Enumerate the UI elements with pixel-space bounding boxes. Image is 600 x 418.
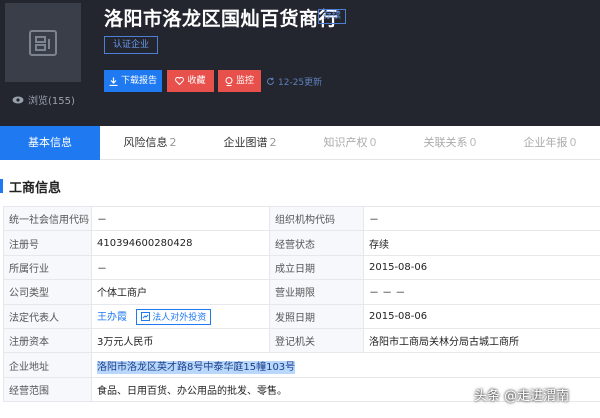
status-badge: 存续	[318, 9, 347, 24]
section-title-text: 工商信息	[9, 180, 62, 196]
tab-annual-report[interactable]: 企业年报 0	[500, 126, 600, 160]
tab-count: 2	[169, 136, 177, 149]
section-accent-bar	[0, 179, 3, 193]
investment-icon	[141, 312, 151, 322]
tab-label: 基本信息	[28, 136, 72, 149]
legal-rep-link[interactable]: 王办霞	[97, 312, 127, 323]
heart-icon	[175, 77, 185, 85]
investment-label: 法人对外投资	[152, 313, 207, 324]
company-header: 浏览(155) 洛阳市洛龙区国灿百货商行 存续 认证企业 下载报告 收藏 监控 …	[0, 0, 600, 126]
collect-label: 收藏	[187, 76, 206, 86]
tab-relations[interactable]: 关联关系 0	[400, 126, 500, 160]
label-founded-date: 成立日期	[269, 254, 364, 281]
address-text-selected: 洛阳市洛龙区英才路8号中泰华庭15幢103号	[97, 360, 296, 374]
section-title: 工商信息	[0, 178, 62, 196]
update-time-text: 12-25更新	[278, 78, 323, 88]
update-time: 12-25更新	[266, 75, 322, 88]
tab-intellectual-property[interactable]: 知识产权 0	[300, 126, 400, 160]
tab-count: 0	[469, 136, 477, 149]
label-reg-capital: 注册资本	[3, 327, 92, 354]
tab-label: 知识产权	[323, 136, 368, 149]
label-business-scope: 经营范围	[3, 376, 92, 403]
value-license-date: 2015-08-06	[363, 303, 600, 329]
value-business-status: 存续	[363, 230, 600, 256]
view-count-text: 浏览(155)	[28, 96, 75, 107]
monitor-button[interactable]: 监控	[218, 70, 261, 92]
monitor-pin-icon	[225, 76, 233, 86]
label-legal-rep: 法定代表人	[3, 303, 92, 329]
value-address: 洛阳市洛龙区英才路8号中泰华庭15幢103号	[91, 352, 600, 378]
label-license-date: 发照日期	[269, 303, 364, 329]
legal-rep-investment-button[interactable]: 法人对外投资	[136, 308, 212, 325]
label-reg-number: 注册号	[3, 230, 92, 256]
value-reg-number: 410394600280428	[91, 230, 270, 256]
download-report-label: 下载报告	[120, 76, 157, 86]
tab-bar: 基本信息 风险信息 2 企业图谱 2 知识产权 0 关联关系 0 企业年报 0	[0, 126, 600, 160]
eye-icon	[12, 96, 24, 103]
tab-enterprise-graph[interactable]: 企业图谱 2	[200, 126, 300, 160]
value-reg-authority: 洛阳市工商局关林分局古城工商所	[363, 327, 600, 354]
table-row: 统一社会信用代码 － 组织机构代码 －	[3, 205, 600, 232]
label-reg-authority: 登记机关	[269, 327, 364, 354]
watermark: 头条 @走进渭南	[474, 389, 570, 404]
value-business-term: － － －	[363, 279, 600, 305]
download-report-button[interactable]: 下载报告	[104, 70, 162, 92]
label-business-status: 经营状态	[269, 230, 364, 256]
value-industry: －	[91, 254, 270, 281]
building-icon	[29, 30, 57, 56]
collect-button[interactable]: 收藏	[167, 70, 214, 92]
value-founded-date: 2015-08-06	[363, 254, 600, 281]
tab-count: 2	[269, 136, 277, 149]
table-row: 所属行业 － 成立日期 2015-08-06	[3, 254, 600, 281]
value-credit-code: －	[91, 205, 270, 232]
value-reg-capital: 3万元人民币	[91, 327, 270, 354]
tab-label: 关联关系	[423, 136, 468, 149]
monitor-label: 监控	[235, 76, 254, 86]
company-name: 洛阳市洛龙区国灿百货商行	[104, 8, 339, 30]
tab-label: 风险信息	[123, 136, 168, 149]
view-count: 浏览(155)	[12, 92, 75, 107]
tab-risk-info[interactable]: 风险信息 2	[100, 126, 200, 160]
label-credit-code: 统一社会信用代码	[3, 205, 92, 232]
table-row: 法定代表人 王办霞 法人对外投资 发照日期 2015-08-06	[3, 303, 600, 329]
certify-button[interactable]: 认证企业	[104, 36, 158, 54]
label-business-term: 营业期限	[269, 279, 364, 305]
download-icon	[109, 77, 118, 86]
tab-count: 0	[369, 136, 377, 149]
refresh-icon	[267, 77, 274, 85]
tab-basic-info[interactable]: 基本信息	[0, 126, 100, 160]
value-company-type: 个体工商户	[91, 279, 270, 305]
value-legal-rep: 王办霞 法人对外投资	[91, 303, 270, 329]
label-company-type: 公司类型	[3, 279, 92, 305]
value-org-code: －	[363, 205, 600, 232]
business-info-table: 统一社会信用代码 － 组织机构代码 － 注册号 410394600280428 …	[3, 205, 600, 403]
tab-label: 企业年报	[523, 136, 568, 149]
label-industry: 所属行业	[3, 254, 92, 281]
table-row: 注册资本 3万元人民币 登记机关 洛阳市工商局关林分局古城工商所	[3, 327, 600, 354]
company-logo-placeholder	[5, 3, 81, 82]
tab-label: 企业图谱	[223, 136, 268, 149]
table-row: 注册号 410394600280428 经营状态 存续	[3, 230, 600, 256]
tab-count: 0	[569, 136, 577, 149]
label-org-code: 组织机构代码	[269, 205, 364, 232]
label-address: 企业地址	[3, 352, 92, 378]
table-row: 公司类型 个体工商户 营业期限 － － －	[3, 279, 600, 305]
table-row: 企业地址 洛阳市洛龙区英才路8号中泰华庭15幢103号	[3, 352, 600, 378]
